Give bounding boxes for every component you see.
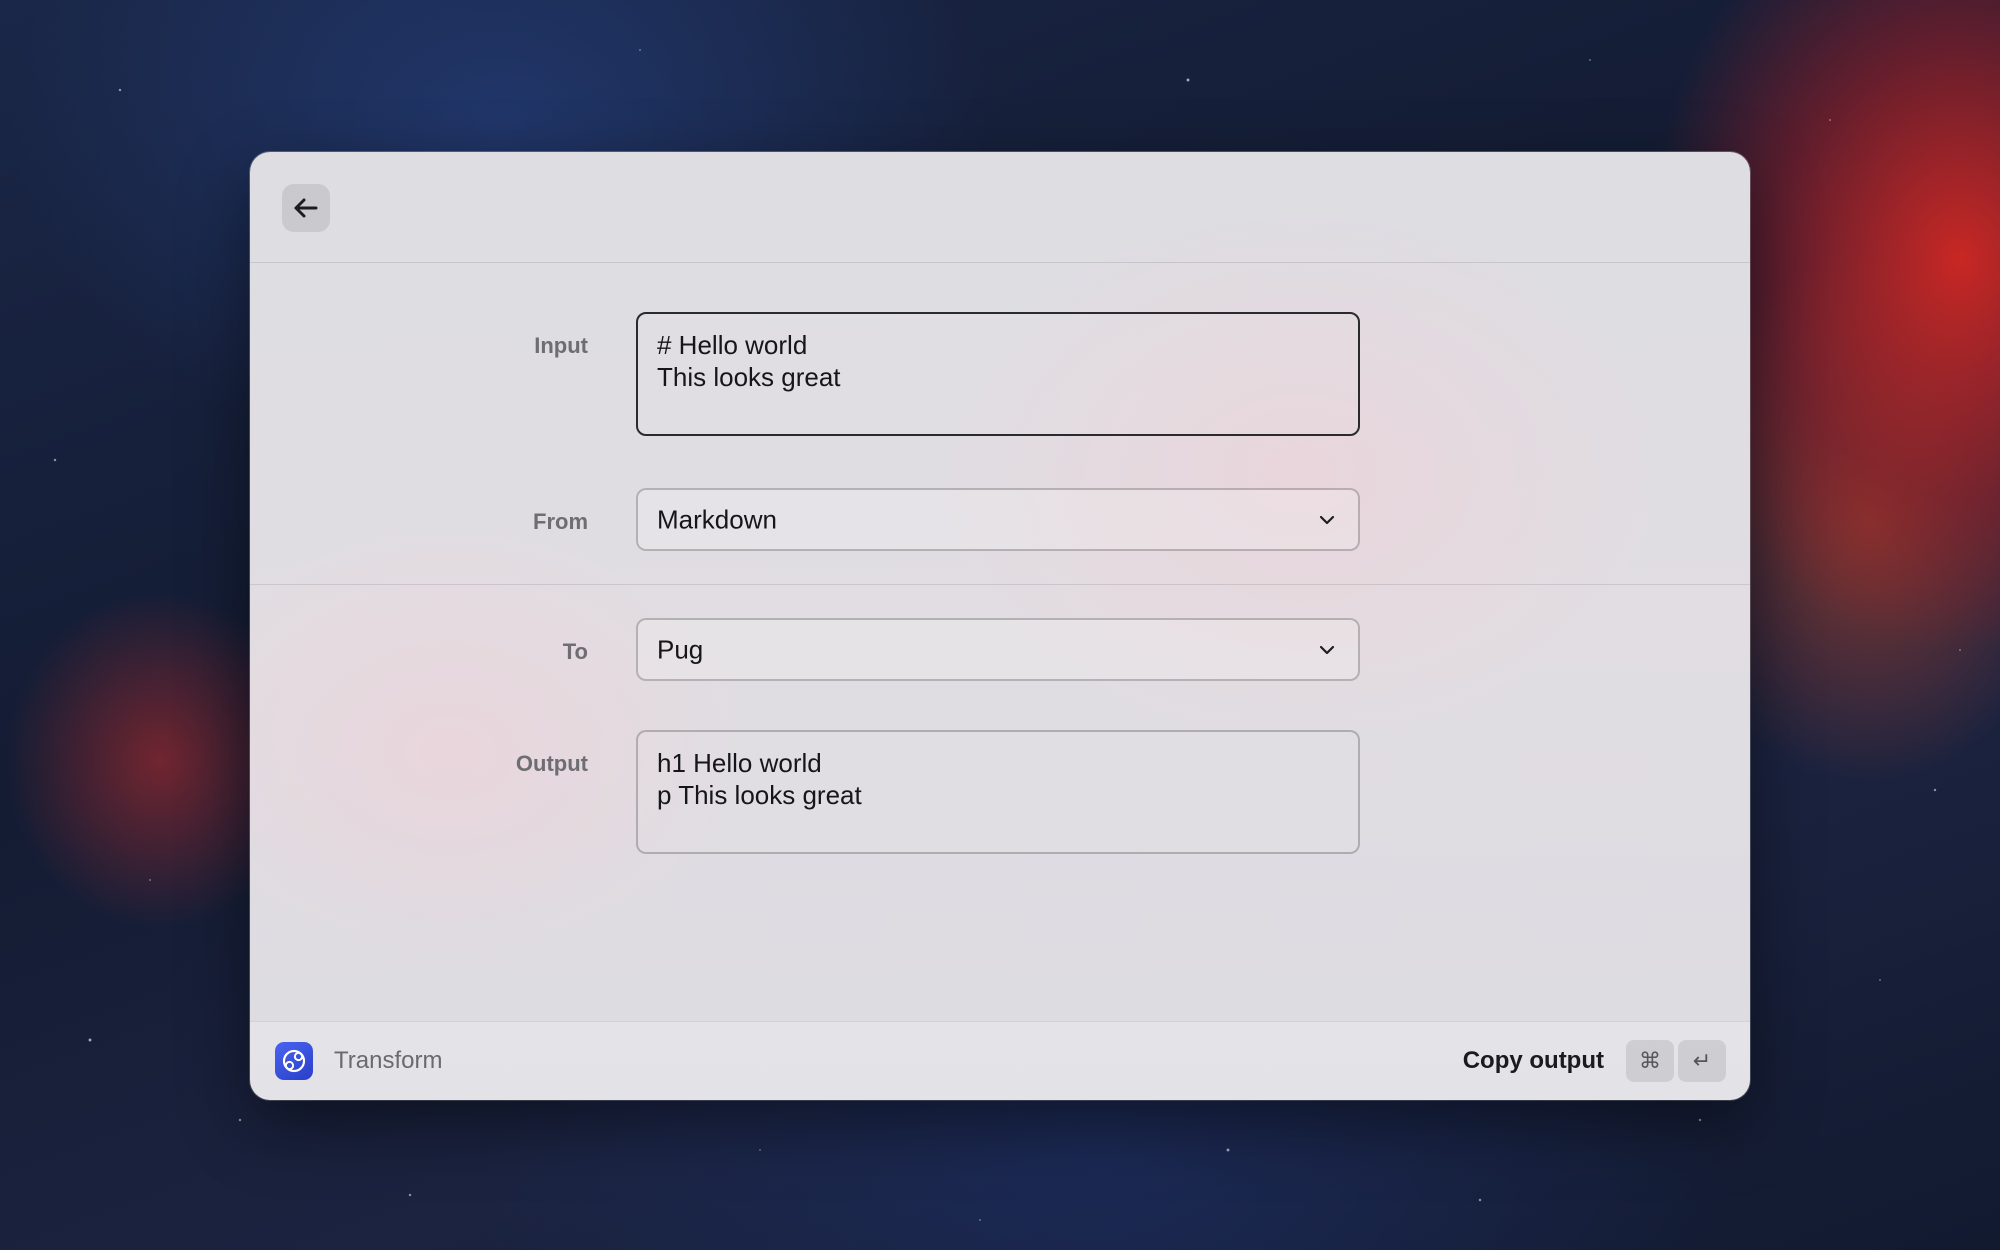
copy-output-button[interactable]: Copy output [1463,1047,1604,1075]
app-name: Transform [334,1047,443,1074]
input-textarea[interactable]: # Hello world This looks great [636,312,1360,436]
output-line: p This looks great [657,780,862,810]
to-label: To [562,639,588,664]
chevron-down-icon [1318,641,1336,659]
return-key-icon: ↵ [1678,1040,1726,1082]
chevron-down-icon [1318,511,1336,529]
output-label: Output [515,751,588,776]
input-label: Input [534,333,588,358]
output-line: h1 Hello world [657,748,822,778]
action-bar: Transform Copy output ⌘ ↵ [250,1021,1750,1100]
section-divider [250,584,1750,585]
input-line: This looks great [657,362,841,392]
to-selected-value: Pug [657,634,704,664]
extension-window: Input # Hello world This looks great Fro… [250,152,1750,1100]
command-key-icon: ⌘ [1626,1040,1674,1082]
transform-app-icon [275,1042,313,1080]
from-selected-value: Markdown [657,504,777,534]
top-bar [250,152,1750,263]
from-label: From [533,509,588,534]
input-line: # Hello world [657,330,808,360]
from-dropdown[interactable]: Markdown [636,488,1360,551]
back-button[interactable] [282,184,330,232]
to-dropdown[interactable]: Pug [636,618,1360,681]
output-textarea[interactable]: h1 Hello world p This looks great [636,730,1360,854]
arrow-left-icon [294,198,318,218]
